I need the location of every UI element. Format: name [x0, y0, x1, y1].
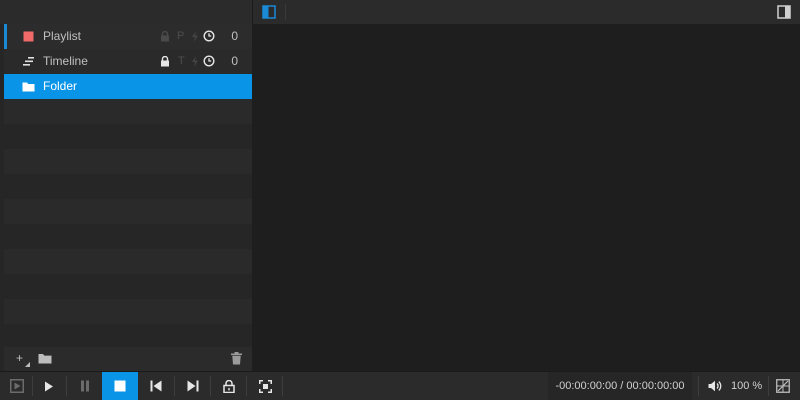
sidebar-item-playlist[interactable]: Playlist P 0 — [4, 24, 252, 49]
empty-row — [4, 124, 252, 149]
empty-row — [4, 224, 252, 249]
grid-toggle-icon[interactable] — [776, 379, 790, 393]
lock-icon[interactable] — [160, 56, 170, 67]
dropdown-corner-icon — [25, 362, 30, 367]
empty-row — [4, 324, 252, 347]
square-icon — [23, 31, 34, 42]
divider — [210, 376, 211, 396]
previous-button[interactable] — [139, 372, 173, 400]
divider — [252, 0, 253, 24]
bolt-icon[interactable] — [191, 56, 199, 67]
sidebar-header — [0, 0, 252, 24]
divider — [246, 376, 247, 396]
sidebar-footer: + — [4, 347, 252, 371]
item-count: 0 — [231, 54, 238, 68]
top-toolbar — [0, 0, 800, 24]
empty-row — [4, 199, 252, 224]
main-view — [253, 24, 800, 371]
item-count: 0 — [231, 29, 238, 43]
divider — [698, 376, 699, 396]
folder-icon[interactable] — [38, 353, 52, 364]
empty-row — [4, 249, 252, 274]
play-button[interactable] — [32, 372, 66, 400]
next-button[interactable] — [176, 372, 210, 400]
divider — [66, 376, 67, 396]
flag-t[interactable]: T — [178, 49, 185, 74]
flag-p[interactable]: P — [177, 24, 184, 49]
trash-icon[interactable] — [231, 352, 242, 365]
divider — [174, 376, 175, 396]
volume-icon[interactable] — [708, 380, 722, 392]
active-indicator — [4, 24, 7, 49]
empty-row — [4, 99, 252, 124]
sidebar-item-label: Playlist — [43, 29, 82, 43]
empty-row — [4, 274, 252, 299]
clock-icon[interactable] — [203, 55, 215, 67]
pause-button[interactable] — [68, 372, 102, 400]
lock-icon[interactable] — [160, 31, 170, 42]
fullscreen-icon[interactable] — [248, 372, 282, 400]
lock-icon[interactable] — [212, 372, 246, 400]
sidebar-item-timeline[interactable]: Timeline T 0 — [4, 49, 252, 74]
empty-row — [4, 174, 252, 199]
panel-left-icon[interactable] — [257, 0, 281, 24]
sidebar-item-folder[interactable]: Folder — [4, 74, 252, 99]
empty-row — [4, 149, 252, 174]
folder-icon — [22, 81, 35, 92]
sidebar: Playlist P 0 Timeline T 0 Folder — [4, 24, 252, 347]
divider — [768, 376, 769, 396]
bolt-icon[interactable] — [191, 31, 199, 42]
timeline-icon — [23, 56, 34, 67]
sidebar-item-label: Folder — [43, 79, 78, 93]
stop-button[interactable] — [102, 372, 138, 400]
empty-row — [4, 299, 252, 324]
preview-icon[interactable] — [0, 372, 34, 400]
timecode-display: -00:00:00:00 / 00:00:00:00 — [548, 372, 692, 400]
volume-value[interactable]: 100 % — [731, 372, 762, 400]
divider — [285, 4, 286, 20]
add-button[interactable]: + — [16, 351, 23, 365]
clock-icon[interactable] — [203, 30, 215, 42]
panel-right-icon[interactable] — [772, 0, 796, 24]
sidebar-item-label: Timeline — [43, 54, 88, 68]
divider — [282, 376, 283, 396]
transport-bar: -00:00:00:00 / 00:00:00:00 100 % — [0, 371, 800, 400]
